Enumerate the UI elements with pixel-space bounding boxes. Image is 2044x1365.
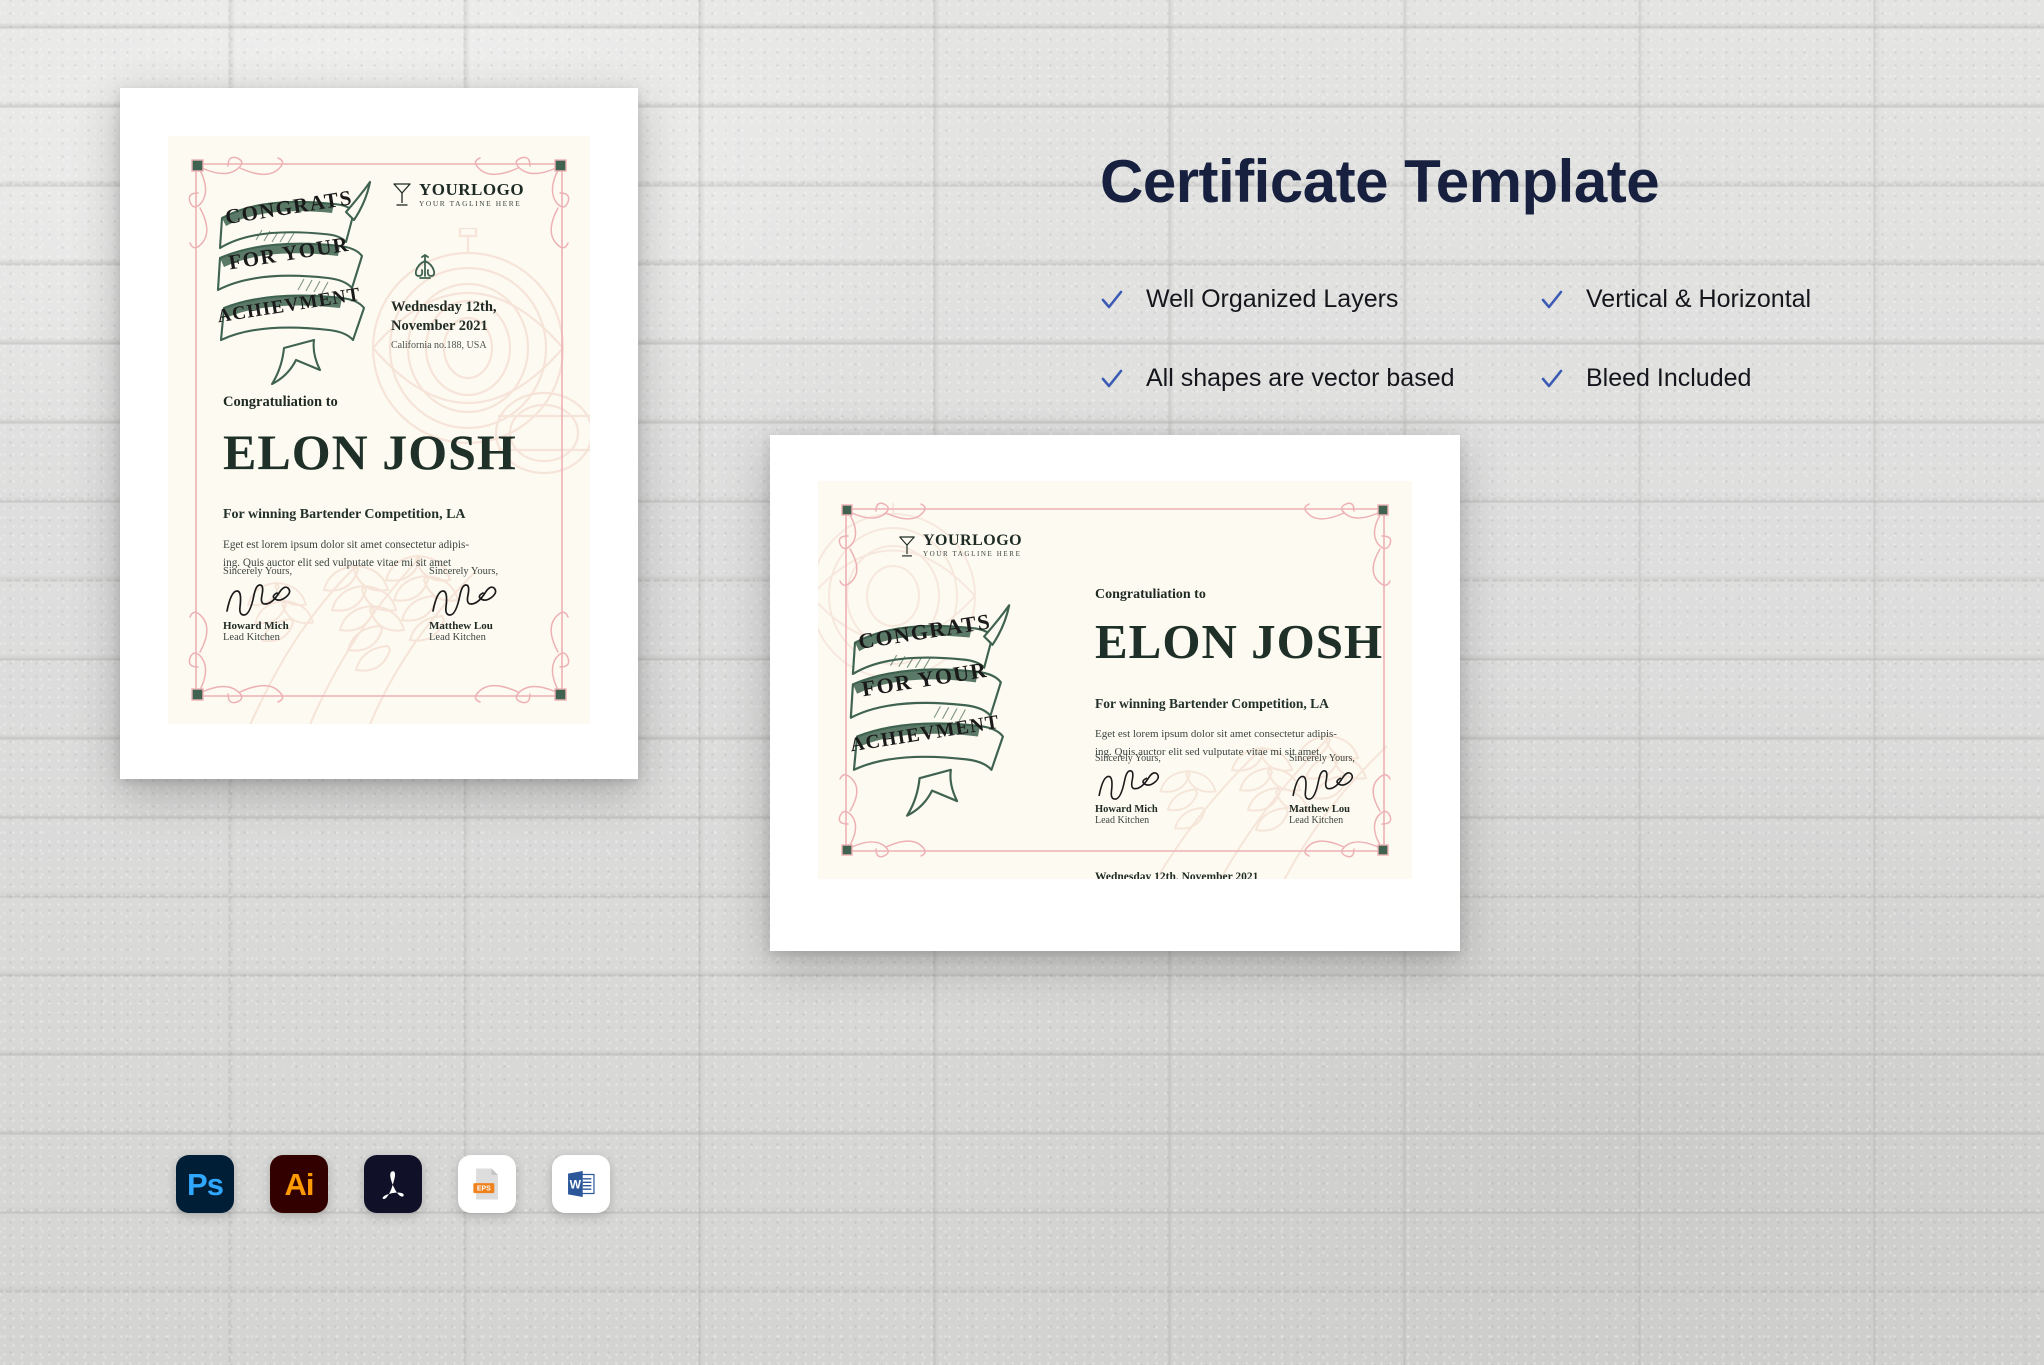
signature-mark-icon — [226, 584, 291, 616]
signature-matthew-lou: Sincerely Yours, Matthew Lou Lead Kitche… — [429, 566, 515, 643]
signature-mark-icon — [1098, 769, 1160, 800]
feature-item-bleed-included: Bleed Included — [1540, 364, 1900, 393]
signatory-role: Lead Kitchen — [223, 632, 280, 643]
award-line: For winning Bartender Competition, LA — [223, 507, 466, 522]
illustrator-icon[interactable]: Ai — [270, 1155, 328, 1213]
signatory-role: Lead Kitchen — [1289, 815, 1344, 826]
horizontal-certificate-paper: YOURLOGO YOUR TAGLINE HERE CONGRATS FOR … — [818, 481, 1412, 879]
eps-file-icon[interactable]: EPS — [458, 1155, 516, 1213]
address-line: California no.188, USA — [391, 339, 487, 351]
promo-panel: Certificate Template Well Organized Laye… — [1100, 150, 1900, 393]
date-line-2: November 2021 — [391, 317, 488, 334]
eps-glyph-icon: EPS — [473, 1168, 498, 1200]
cocktail-glass-icon — [393, 183, 411, 206]
congrats-ribbon-vertical: CONGRATS FOR YOUR ACHIEVMENT — [216, 180, 372, 386]
date-block-vertical: Wednesday 12th, November 2021 California… — [391, 298, 497, 351]
check-icon — [1541, 290, 1563, 308]
feature-label: Well Organized Layers — [1146, 285, 1399, 313]
recipient-name: ELON JOSH — [1095, 614, 1384, 669]
horizontal-certificate-frame[interactable]: YOURLOGO YOUR TAGLINE HERE CONGRATS FOR … — [770, 435, 1460, 951]
congratulation-eyebrow: Congratuliation to — [223, 394, 338, 410]
body-line-1: Eget est lorem ipsum dolor sit amet cons… — [1095, 728, 1337, 740]
acrobat-glyph-icon — [382, 1171, 404, 1199]
feature-item-vertical-horizontal: Vertical & Horizontal — [1540, 285, 1900, 314]
microsoft-word-icon[interactable]: W — [552, 1155, 610, 1213]
congratulation-eyebrow: Congratuliation to — [1095, 587, 1206, 602]
check-icon — [1101, 369, 1123, 387]
signature-howard-mich: Sincerely Yours, Howard Mich Lead Kitche… — [1095, 753, 1177, 826]
feature-label: All shapes are vector based — [1146, 364, 1455, 392]
word-glyph-icon: W — [568, 1171, 595, 1197]
recipient-name: ELON JOSH — [223, 424, 517, 480]
certificate-logo-vertical: YOURLOGO YOUR TAGLINE HERE — [392, 181, 524, 207]
signatory-name: Matthew Lou — [429, 620, 493, 632]
recipient-block-horizontal: Congratuliation to ELON JOSH For winning… — [1095, 587, 1383, 761]
feature-label: Bleed Included — [1586, 364, 1752, 392]
check-icon — [1101, 290, 1123, 308]
recipient-block-vertical: Congratuliation to ELON JOSH For winning… — [223, 394, 517, 573]
feature-item-vector-based: All shapes are vector based — [1100, 364, 1540, 393]
signatory-name: Howard Mich — [223, 620, 289, 632]
cocktail-glass-icon — [899, 535, 915, 556]
certificate-logo-horizontal: YOURLOGO YOUR TAGLINE HERE — [898, 533, 1022, 558]
logo-tagline: YOUR TAGLINE HERE — [419, 199, 522, 208]
signature-mark-icon — [1292, 769, 1354, 800]
check-icon — [1541, 369, 1563, 387]
award-line: For winning Bartender Competition, LA — [1095, 696, 1329, 711]
signature-block-vertical: Sincerely Yours, Howard Mich Lead Kitche… — [223, 566, 515, 643]
signatory-name: Howard Mich — [1095, 804, 1158, 815]
date-line-1: Wednesday 12th, — [391, 299, 497, 315]
photoshop-label: Ps — [187, 1166, 224, 1202]
signature-howard-mich: Sincerely Yours, Howard Mich Lead Kitche… — [223, 566, 309, 643]
signature-mark-icon — [432, 584, 497, 616]
congrats-ribbon-horizontal: CONGRATS FOR YOUR ACHIEVMENT — [849, 604, 1011, 817]
svg-text:W: W — [570, 1177, 582, 1191]
file-format-icon-strip: Ps Ai EPS W — [176, 1155, 610, 1213]
signature-label: Sincerely Yours, — [429, 566, 499, 577]
signature-label: Sincerely Yours, — [1289, 753, 1355, 764]
signatory-role: Lead Kitchen — [429, 632, 486, 643]
illustrator-label: Ai — [284, 1166, 315, 1202]
logo-name: YOURLOGO — [419, 180, 525, 199]
photoshop-icon[interactable]: Ps — [176, 1155, 234, 1213]
feature-list: Well Organized Layers Vertical & Horizon… — [1100, 285, 1900, 393]
vertical-certificate-paper: YOURLOGO YOUR TAGLINE HERE Wednesday 12t… — [168, 136, 590, 724]
date-line: Wednesday 12th, November 2021 — [1095, 871, 1259, 879]
page-title: Certificate Template — [1100, 148, 1660, 215]
body-line-1: Eget est lorem ipsum dolor sit amet cons… — [223, 539, 470, 551]
fleur-ornament-icon — [414, 254, 436, 279]
feature-item-well-organized-layers: Well Organized Layers — [1100, 285, 1540, 314]
acrobat-pdf-icon[interactable] — [364, 1155, 422, 1213]
feature-label: Vertical & Horizontal — [1586, 285, 1812, 313]
svg-text:EPS: EPS — [477, 1186, 491, 1193]
signature-block-horizontal: Sincerely Yours, Howard Mich Lead Kitche… — [1095, 753, 1371, 826]
signatory-role: Lead Kitchen — [1095, 815, 1150, 826]
vertical-certificate-frame[interactable]: YOURLOGO YOUR TAGLINE HERE Wednesday 12t… — [120, 88, 638, 779]
signatory-name: Matthew Lou — [1289, 804, 1350, 815]
signature-label: Sincerely Yours, — [223, 566, 293, 577]
date-block-horizontal: Wednesday 12th, November 2021 California… — [1095, 871, 1258, 879]
logo-name: YOURLOGO — [923, 532, 1023, 549]
signature-label: Sincerely Yours, — [1095, 753, 1161, 764]
signature-matthew-lou: Sincerely Yours, Matthew Lou Lead Kitche… — [1289, 753, 1371, 826]
logo-tagline: YOUR TAGLINE HERE — [923, 550, 1022, 558]
